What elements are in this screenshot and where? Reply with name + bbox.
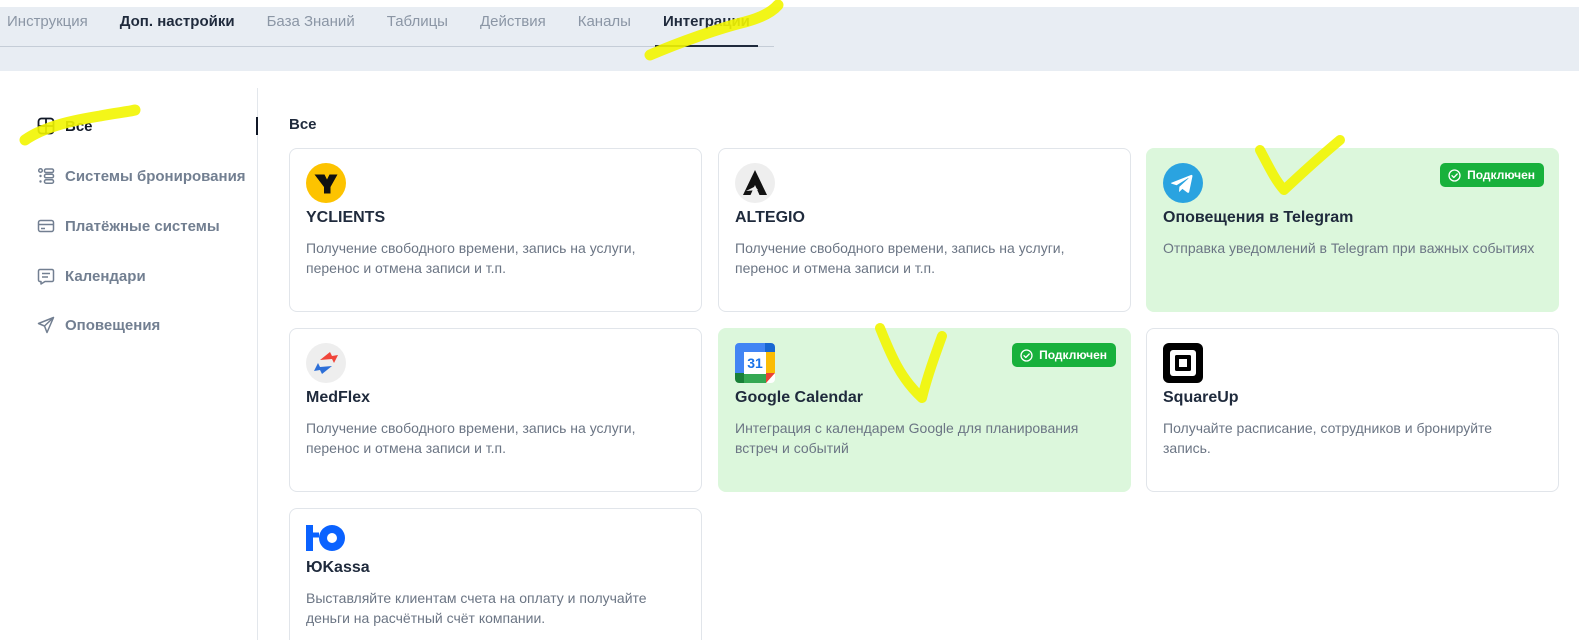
sidebar-item-booking-systems[interactable]: Системы бронирования xyxy=(37,165,246,187)
card-title: YCLIENTS xyxy=(306,209,386,226)
card-description: Отправка уведомлений в Telegram при важн… xyxy=(1163,240,1535,256)
card-title: Google Calendar xyxy=(735,389,864,406)
card-description: Выставляйте клиентам счета на оплату и п… xyxy=(306,590,647,626)
calendar-note-icon xyxy=(37,267,55,285)
integration-card-yclients[interactable]: YCLIENTS Получение свободного времени, з… xyxy=(289,148,702,312)
tab-instruction[interactable]: Инструкция xyxy=(0,7,96,47)
grid-icon xyxy=(37,117,55,135)
sidebar-item-payment-systems[interactable]: Платёжные системы xyxy=(37,215,220,237)
tab-actions[interactable]: Действия xyxy=(472,7,554,47)
check-circle-icon xyxy=(1448,168,1461,182)
integration-card-yookassa[interactable]: ЮKassa Выставляйте клиентам счета на опл… xyxy=(289,508,702,640)
integration-card-medflex[interactable]: MedFlex Получение свободного времени, за… xyxy=(289,328,702,492)
tab-channels[interactable]: Каналы xyxy=(570,7,639,47)
sidebar-item-label: Оповещения xyxy=(65,316,161,334)
badge-label: Подключен xyxy=(1039,348,1107,362)
card-title: ALTEGIO xyxy=(735,209,805,226)
section-title: Все xyxy=(289,116,317,133)
card-description: Получение свободного времени, запись на … xyxy=(306,420,636,456)
calendar-day-number: 31 xyxy=(747,355,763,371)
check-circle-icon xyxy=(1020,348,1033,362)
sidebar-item-label: Календари xyxy=(65,267,146,285)
sidebar-item-label: Платёжные системы xyxy=(65,217,220,235)
sidebar-item-label: Все xyxy=(65,117,93,135)
tab-extra-settings[interactable]: Доп. настройки xyxy=(112,7,243,47)
yookassa-logo xyxy=(306,525,345,551)
sidebar-item-all[interactable]: Все xyxy=(37,115,93,137)
card-title: ЮKassa xyxy=(306,559,370,576)
integration-card-altegio[interactable]: ALTEGIO Получение свободного времени, за… xyxy=(718,148,1131,312)
sidebar-item-label: Системы бронирования xyxy=(65,167,246,185)
badge-label: Подключен xyxy=(1467,168,1535,182)
card-title: MedFlex xyxy=(306,389,371,406)
telegram-logo xyxy=(1163,163,1203,203)
squareup-logo xyxy=(1163,343,1203,383)
tab-tables[interactable]: Таблицы xyxy=(379,7,456,47)
card-description: Получайте расписание, сотрудников и брон… xyxy=(1163,420,1493,456)
sidebar-item-notifications[interactable]: Оповещения xyxy=(37,314,160,336)
integration-card-google-calendar[interactable]: 31 Google Calendar Интеграция с календар… xyxy=(718,328,1131,492)
active-category-indicator xyxy=(256,117,258,135)
google-calendar-logo: 31 xyxy=(735,343,775,383)
card-description: Получение свободного времени, запись на … xyxy=(306,240,636,276)
card-title: SquareUp xyxy=(1163,389,1239,406)
card-icon xyxy=(37,217,55,235)
card-description: Интеграция с календарем Google для плани… xyxy=(735,420,1079,456)
sidebar-item-calendars[interactable]: Календари xyxy=(37,265,146,287)
medflex-logo xyxy=(306,343,346,383)
card-description: Получение свободного времени, запись на … xyxy=(735,240,1065,276)
top-tab-bar: Инструкция Доп. настройки База Знаний Та… xyxy=(0,7,1579,71)
connected-badge: Подключен xyxy=(1012,343,1116,367)
tab-knowledge-base[interactable]: База Знаний xyxy=(259,7,363,47)
integration-card-squareup[interactable]: SquareUp Получайте расписание, сотрудник… xyxy=(1146,328,1559,492)
integration-card-telegram[interactable]: Оповещения в Telegram Отправка уведомлен… xyxy=(1146,148,1559,312)
tabs: Инструкция Доп. настройки База Знаний Та… xyxy=(0,7,774,47)
connected-badge: Подключен xyxy=(1440,163,1544,187)
send-icon xyxy=(37,316,55,334)
altegio-logo xyxy=(735,163,775,203)
booking-list-icon xyxy=(37,167,55,185)
card-title: Оповещения в Telegram xyxy=(1163,209,1354,226)
tab-integrations[interactable]: Интеграции xyxy=(654,7,758,47)
yclients-logo xyxy=(306,163,346,203)
